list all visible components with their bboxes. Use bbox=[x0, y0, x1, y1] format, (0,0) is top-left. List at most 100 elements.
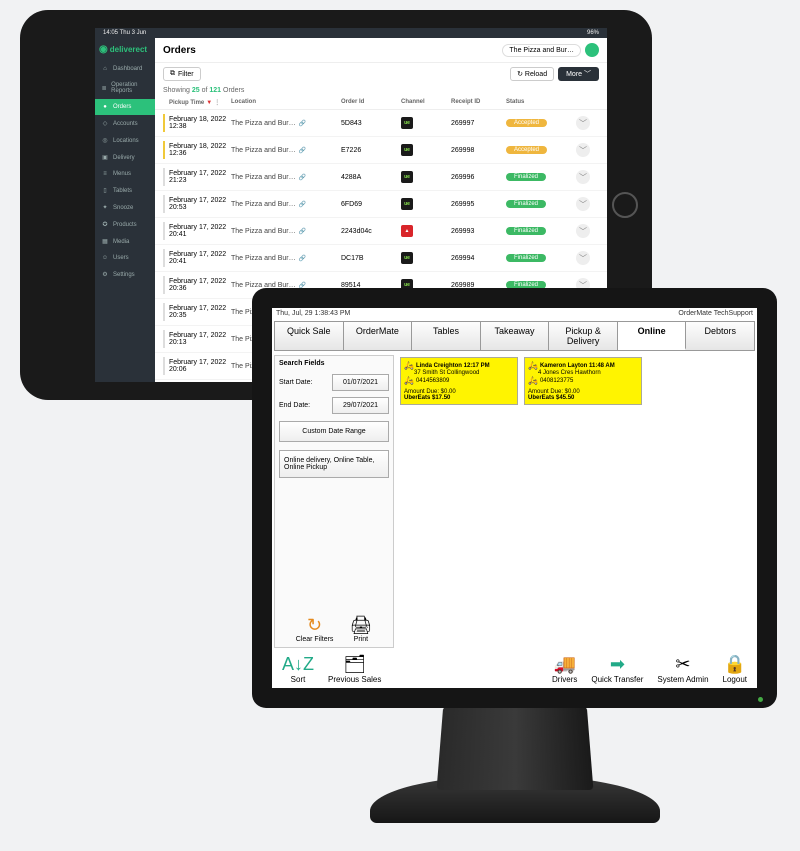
menu-label: Operation Reports bbox=[111, 82, 149, 94]
channel-badge: ▲ bbox=[401, 225, 413, 237]
tablet-header: Orders The Pizza and Bur… bbox=[155, 38, 607, 63]
sort-button[interactable]: A↓Z Sort bbox=[282, 654, 314, 684]
table-row[interactable]: February 18, 2022 12:36The Pizza and Bur… bbox=[155, 137, 607, 164]
menu-icon: ≡ bbox=[101, 171, 109, 177]
expand-button[interactable]: ﹀ bbox=[576, 143, 590, 157]
power-led bbox=[758, 697, 763, 702]
col-status[interactable]: Status bbox=[506, 99, 576, 106]
tab-debtors[interactable]: Debtors bbox=[686, 322, 754, 350]
col-receipt[interactable]: Receipt ID bbox=[451, 99, 506, 106]
previous-sales-button[interactable]: 🗂 Previous Sales bbox=[328, 654, 381, 684]
custom-date-range-button[interactable]: Custom Date Range bbox=[279, 421, 389, 442]
menu-icon: ✪ bbox=[101, 221, 109, 228]
reload-button[interactable]: ↻ Reload bbox=[510, 67, 554, 81]
menu-label: Delivery bbox=[113, 155, 135, 161]
receipt-cell: 269993 bbox=[451, 228, 506, 235]
avatar[interactable] bbox=[585, 43, 599, 57]
sidebar-item-users[interactable]: ☺Users bbox=[95, 250, 155, 266]
sidebar-item-products[interactable]: ✪Products bbox=[95, 216, 155, 233]
clear-filters-button[interactable]: ↻ Clear Filters bbox=[296, 615, 334, 643]
sidebar-item-tablets[interactable]: ▯Tablets bbox=[95, 182, 155, 199]
filters-title: Search Fields bbox=[279, 360, 389, 367]
menu-icon: ◇ bbox=[101, 120, 109, 127]
location-cell: The Pizza and Bur… 🔗 bbox=[231, 147, 341, 154]
sidebar-item-dashboard[interactable]: ⌂Dashboard bbox=[95, 61, 155, 77]
filter-button[interactable]: ⧉ Filter bbox=[163, 67, 201, 81]
order-card[interactable]: 🛵Kameron Layton 11:48 AM4 Jones Cres Haw… bbox=[524, 357, 642, 405]
table-row[interactable]: February 17, 2022 20:41The Pizza and Bur… bbox=[155, 245, 607, 272]
filter-types-button[interactable]: Online delivery, Online Table, Online Pi… bbox=[279, 450, 389, 478]
col-channel[interactable]: Channel bbox=[401, 99, 451, 106]
printer-icon: 🖨 bbox=[349, 615, 372, 636]
row-indicator bbox=[163, 222, 165, 240]
channel-cell: ue bbox=[401, 198, 451, 210]
menu-label: Menus bbox=[113, 171, 131, 177]
truck-icon: 🚚 bbox=[552, 654, 577, 675]
channel-badge: ue bbox=[401, 252, 413, 264]
tab-takeaway[interactable]: Takeaway bbox=[481, 322, 550, 350]
tablet-home-button[interactable] bbox=[612, 192, 638, 218]
order-card[interactable]: 🛵Linda Creighton 12:17 PM37 Smith St Col… bbox=[400, 357, 518, 405]
channel-cell: ue bbox=[401, 117, 451, 129]
receipt-cell: 269995 bbox=[451, 201, 506, 208]
tab-online[interactable]: Online bbox=[618, 322, 687, 350]
col-orderid[interactable]: Order Id bbox=[341, 99, 401, 106]
link-icon: 🔗 bbox=[299, 201, 306, 208]
print-button[interactable]: 🖨 Print bbox=[349, 615, 372, 643]
start-date-button[interactable]: 01/07/2021 bbox=[332, 374, 389, 391]
status-badge: Finalized bbox=[506, 173, 546, 181]
system-admin-button[interactable]: ✂ System Admin bbox=[657, 654, 708, 684]
location-cell: The Pizza and Bur… 🔗 bbox=[231, 255, 341, 262]
menu-icon: ▦ bbox=[101, 238, 109, 245]
status-badge: Finalized bbox=[506, 254, 546, 262]
table-row[interactable]: February 17, 2022 20:53The Pizza and Bur… bbox=[155, 191, 607, 218]
expand-button[interactable]: ﹀ bbox=[576, 197, 590, 211]
tab-quick-sale[interactable]: Quick Sale bbox=[275, 322, 344, 350]
row-indicator bbox=[163, 330, 165, 348]
card-total: UberEats $45.50 bbox=[528, 395, 638, 401]
tab-pickup-delivery[interactable]: Pickup & Delivery bbox=[549, 322, 618, 350]
location-selector[interactable]: The Pizza and Bur… bbox=[502, 44, 581, 57]
row-indicator bbox=[163, 114, 165, 132]
row-indicator bbox=[163, 303, 165, 321]
menu-label: Media bbox=[113, 239, 129, 245]
sidebar-item-menus[interactable]: ≡ Menus bbox=[95, 166, 155, 182]
status-cell: Finalized bbox=[506, 200, 576, 208]
table-row[interactable]: February 18, 2022 12:38The Pizza and Bur… bbox=[155, 110, 607, 137]
table-row[interactable]: February 17, 2022 20:41The Pizza and Bur… bbox=[155, 218, 607, 245]
menu-label: Accounts bbox=[113, 121, 138, 127]
sidebar-item-snooze[interactable]: ✦Snooze bbox=[95, 199, 155, 216]
orderid-cell: 2243d04c bbox=[341, 228, 401, 235]
sidebar-item-settings[interactable]: ⚙Settings bbox=[95, 266, 155, 283]
sidebar-item-delivery[interactable]: ▣Delivery bbox=[95, 149, 155, 166]
menu-icon: ≣ bbox=[101, 85, 107, 92]
drivers-button[interactable]: 🚚 Drivers bbox=[552, 654, 577, 684]
sidebar-item-operation-reports[interactable]: ≣ Operation Reports bbox=[95, 77, 155, 99]
expand-button[interactable]: ﹀ bbox=[576, 170, 590, 184]
table-row[interactable]: February 17, 2022 21:23The Pizza and Bur… bbox=[155, 164, 607, 191]
expand-button[interactable]: ﹀ bbox=[576, 251, 590, 265]
tab-ordermate[interactable]: OrderMate bbox=[344, 322, 413, 350]
expand-button[interactable]: ﹀ bbox=[576, 224, 590, 238]
pos-monitor: Thu, Jul, 29 1:38:43 PM OrderMate TechSu… bbox=[252, 288, 777, 708]
orderid-cell: 4288A bbox=[341, 174, 401, 181]
sidebar-item-orders[interactable]: ●Orders bbox=[95, 99, 155, 115]
sidebar-item-accounts[interactable]: ◇ Accounts bbox=[95, 115, 155, 132]
pickup-cell: February 17, 2022 20:35 bbox=[169, 305, 231, 319]
refresh-icon: ↻ bbox=[296, 615, 334, 636]
tab-tables[interactable]: Tables bbox=[412, 322, 481, 350]
quick-transfer-button[interactable]: ➡ Quick Transfer bbox=[591, 654, 643, 684]
menu-label: Dashboard bbox=[113, 66, 142, 72]
location-cell: The Pizza and Bur… 🔗 bbox=[231, 174, 341, 181]
col-location[interactable]: Location bbox=[231, 99, 341, 106]
menu-icon: ◎ bbox=[101, 137, 109, 144]
phone-icon: 🛵 bbox=[528, 376, 538, 385]
col-pickup[interactable]: Pickup Time ▼ ⋮ bbox=[169, 99, 231, 106]
more-button[interactable]: More ﹀ bbox=[558, 67, 599, 81]
expand-button[interactable]: ﹀ bbox=[576, 116, 590, 130]
end-date-button[interactable]: 29/07/2021 bbox=[332, 397, 389, 414]
card-name: Kameron Layton 11:48 AM bbox=[540, 363, 615, 369]
sidebar-item-locations[interactable]: ◎Locations bbox=[95, 132, 155, 149]
logout-button[interactable]: 🔒 Logout bbox=[723, 654, 747, 684]
sidebar-item-media[interactable]: ▦ Media bbox=[95, 233, 155, 250]
